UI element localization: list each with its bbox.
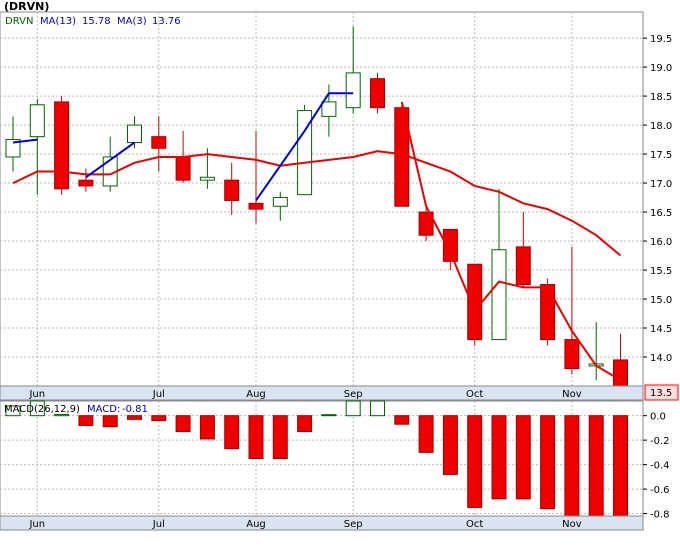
price-y-tick-label: 15.0 (650, 295, 672, 306)
macd-y-tick-label: -0.4 (650, 461, 670, 472)
macd-y-tick-label: -0.8 (650, 510, 670, 521)
macd-bar (540, 415, 556, 510)
candle-body (564, 339, 580, 370)
candle-body (199, 176, 215, 181)
macd-bar (272, 415, 288, 459)
candle-body (540, 284, 556, 341)
macd-x-tick-label: Aug (246, 519, 266, 530)
macd-y-tick-labels: 0.0 -0.2 -0.4 -0.6 -0.8 (643, 412, 670, 521)
macd-bar (515, 415, 531, 500)
macd-bar (564, 415, 580, 517)
macd-x-tick-label: Nov (562, 519, 582, 530)
legend-ma13-label: MA(13) (40, 16, 76, 27)
candle-body (54, 101, 70, 190)
legend-ma3-value: 13.76 (152, 16, 181, 27)
macd-bar (151, 415, 167, 422)
price-y-tick-labels: 19.5 19.0 18.5 18.0 17.5 17.0 16.5 16.0 15.5 15.0… (643, 34, 672, 364)
last-price-label: 13.5 (650, 388, 672, 399)
price-x-tick-label: Jul (152, 389, 165, 400)
price-x-tick-label: Oct (466, 389, 483, 400)
candle-body (345, 72, 361, 109)
candle-body (491, 249, 507, 341)
macd-y-tick-label: 0.0 (650, 412, 666, 423)
candle-body (613, 359, 628, 387)
price-xaxis-strip (0, 385, 644, 401)
macd-bar (102, 415, 118, 428)
candle-body (78, 179, 94, 187)
macd-y-tick-label: -0.6 (650, 485, 670, 496)
price-y-tick-label: 19.0 (650, 63, 672, 74)
candle-body (370, 78, 385, 109)
macd-bar (127, 415, 142, 420)
ticker-title: (DRVN) (4, 0, 49, 13)
candle-body (515, 246, 531, 286)
macd-bar (321, 414, 337, 417)
price-y-tick-label: 18.5 (650, 92, 672, 103)
macd-bar (442, 415, 458, 475)
macd-x-tick-label: Jun (28, 519, 45, 530)
macd-x-tick-label: Sep (344, 519, 363, 530)
price-y-tick-label: 19.5 (650, 34, 672, 45)
macd-xaxis-strip (0, 515, 644, 531)
macd-bar (175, 415, 191, 433)
candle-body (272, 197, 288, 207)
macd-x-tick-label: Oct (466, 519, 483, 530)
price-y-tick-label: 15.5 (650, 266, 672, 277)
price-y-tick-label: 16.0 (650, 237, 672, 248)
macd-y-tick-label: -0.2 (650, 436, 670, 447)
macd-legend-label: MACD: (87, 404, 120, 415)
price-y-tick-label: 16.5 (650, 208, 672, 219)
price-x-tick-label: Sep (344, 389, 363, 400)
macd-bar (467, 415, 483, 508)
price-x-tick-label: Jun (28, 389, 45, 400)
candle-body (321, 101, 337, 117)
price-y-tick-label: 18.0 (650, 121, 672, 132)
macd-bar (345, 400, 361, 417)
candle-body (29, 104, 45, 138)
candle-body (467, 263, 483, 341)
macd-legend-value: -0.81 (122, 404, 148, 415)
macd-bar (78, 415, 94, 426)
macd-bar (491, 415, 507, 500)
price-y-tick-label: 17.5 (650, 150, 672, 161)
candle-body (248, 202, 264, 210)
macd-bar (588, 415, 604, 517)
macd-bar (370, 400, 385, 417)
legend-ma3-label: MA(3) (117, 16, 147, 27)
macd-bar (224, 415, 240, 450)
price-x-tick-label: Nov (562, 389, 582, 400)
legend-ma13-value: 15.78 (82, 16, 111, 27)
macd-bar (418, 415, 434, 453)
macd-bar (613, 415, 628, 517)
candle-body (127, 124, 142, 143)
price-y-tick-label: 17.0 (650, 179, 672, 190)
price-y-tick-label: 14.0 (650, 353, 672, 364)
macd-x-tick-label: Jul (152, 519, 165, 530)
macd-bar (248, 415, 264, 459)
candle-body (175, 156, 191, 181)
candle-body (224, 179, 240, 201)
price-y-tick-label: 14.5 (650, 324, 672, 335)
chart-canvas: 19.5 19.0 18.5 18.0 17.5 17.0 16.5 16.0 15.5 15.0… (0, 0, 679, 531)
macd-bar (394, 415, 410, 425)
legend-ticker: DRVN (5, 16, 33, 27)
macd-title: MACD(26,12,9) (4, 404, 80, 415)
macd-bar (297, 415, 313, 433)
macd-bar (199, 415, 215, 440)
candle-body (151, 136, 167, 149)
price-x-tick-label: Aug (246, 389, 266, 400)
